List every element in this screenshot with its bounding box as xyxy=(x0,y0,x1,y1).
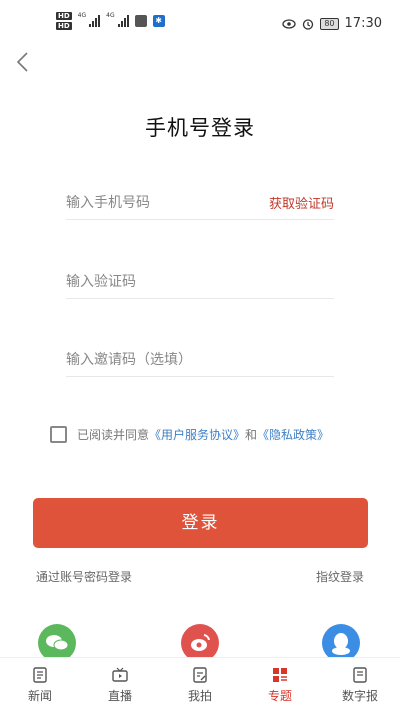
news-icon xyxy=(33,667,47,683)
status-right: 80 17:30 xyxy=(282,16,382,31)
back-button[interactable] xyxy=(12,50,34,74)
tab-digital-paper[interactable]: 数字报 xyxy=(320,658,400,712)
chevron-left-icon xyxy=(16,52,28,72)
page-title: 手机号登录 xyxy=(145,116,255,140)
edit-icon xyxy=(193,667,207,683)
tab-label: 数字报 xyxy=(341,689,378,703)
tab-live[interactable]: 直播 xyxy=(80,658,160,712)
tv-icon xyxy=(112,667,128,682)
privacy-policy-link[interactable]: 《隐私政策》 xyxy=(257,426,329,443)
clock: 17:30 xyxy=(344,16,382,31)
phone-input[interactable]: 输入手机号码 xyxy=(66,192,150,212)
notification-app-icon: ✱ xyxy=(152,15,165,27)
tab-topics[interactable]: 专题 xyxy=(240,658,320,712)
phone-field[interactable]: 输入手机号码 获取验证码 xyxy=(66,187,334,220)
status-left: HD HD 4G 4G ✱ xyxy=(56,12,165,30)
network-type-right: 4G xyxy=(106,11,115,19)
invite-code-field[interactable]: 输入邀请码（选填） xyxy=(66,344,334,377)
grid-icon xyxy=(273,668,287,682)
notification-app-icon xyxy=(134,15,147,27)
eye-icon xyxy=(282,18,296,29)
hd-icon: HD xyxy=(56,22,72,30)
login-button[interactable]: 登录 xyxy=(33,498,368,548)
tab-label: 新闻 xyxy=(27,689,52,703)
signal-icon xyxy=(89,15,101,27)
hd-indicators: HD HD xyxy=(56,12,72,30)
account-password-login-link[interactable]: 通过账号密码登录 xyxy=(36,568,132,585)
fingerprint-login-link[interactable]: 指纹登录 xyxy=(316,568,364,585)
newspaper-icon xyxy=(353,667,367,683)
invite-code-input[interactable]: 输入邀请码（选填） xyxy=(66,349,192,369)
signal-icon xyxy=(117,15,129,27)
tab-label: 直播 xyxy=(107,689,132,703)
alarm-icon xyxy=(303,18,314,30)
tab-label: 我拍 xyxy=(187,689,212,703)
agreement-conjunction: 和 xyxy=(245,428,258,442)
get-code-button[interactable]: 获取验证码 xyxy=(269,193,334,212)
tab-label: 专题 xyxy=(267,689,292,703)
tab-news[interactable]: 新闻 xyxy=(0,658,80,712)
bottom-tab-bar: 新闻 直播 我拍 专题 数字报 xyxy=(0,657,400,712)
verification-code-input[interactable]: 输入验证码 xyxy=(66,271,136,291)
user-agreement-link[interactable]: 《用户服务协议》 xyxy=(149,426,245,443)
network-type-left: 4G xyxy=(77,11,87,19)
hd-icon: HD xyxy=(56,12,72,20)
status-bar: HD HD 4G 4G ✱ 80 17:30 xyxy=(0,0,400,44)
agreement-prefix: 已阅读并同意 xyxy=(77,428,150,442)
verification-code-field[interactable]: 输入验证码 xyxy=(66,266,334,299)
agreement-checkbox[interactable] xyxy=(50,426,67,443)
battery-indicator: 80 xyxy=(320,17,339,30)
agreement-row: 已阅读并同意 《用户服务协议》 和 《隐私政策》 xyxy=(50,426,329,443)
tab-shoot[interactable]: 我拍 xyxy=(160,658,240,712)
